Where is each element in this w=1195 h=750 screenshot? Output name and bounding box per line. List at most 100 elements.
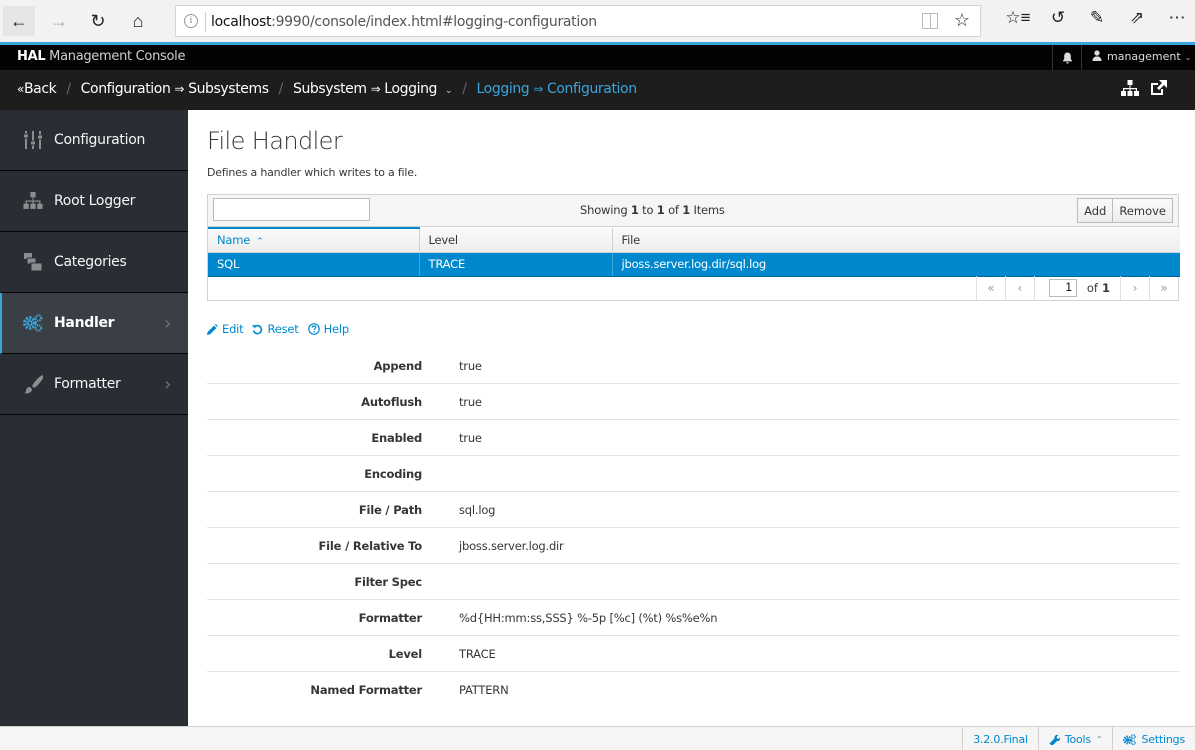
attribute-value: jboss.server.log.dir bbox=[459, 538, 564, 553]
tools-label: Tools bbox=[1064, 732, 1091, 746]
table-row[interactable]: SQL TRACE jboss.server.log.dir/sql.log bbox=[208, 252, 1180, 277]
attribute-row-autoflush: Autoflush true bbox=[207, 384, 1179, 420]
attribute-row-append: Append true bbox=[207, 348, 1179, 384]
attribute-label: File / Relative To bbox=[318, 538, 423, 553]
previous-page-icon[interactable]: ‹ bbox=[1004, 275, 1034, 300]
breadcrumb-item-subsystem[interactable]: Subsystem ⇒ Logging ⌄ bbox=[292, 81, 453, 97]
last-page-icon[interactable]: » bbox=[1149, 275, 1178, 300]
attribute-row-file-path: File / Path sql.log bbox=[207, 492, 1179, 528]
crumb-value: Subsystems bbox=[188, 81, 269, 97]
paintbrush-icon bbox=[23, 374, 43, 394]
brand-bold: HAL bbox=[17, 49, 46, 64]
crumb-key: Subsystem bbox=[292, 81, 367, 97]
sidebar-item-root-logger[interactable]: Root Logger bbox=[0, 171, 188, 232]
page-indicator: of1 bbox=[1033, 275, 1120, 300]
showing-from: 1 bbox=[630, 203, 639, 217]
bell-icon bbox=[1062, 52, 1072, 64]
column-header-level[interactable]: Level bbox=[419, 228, 613, 253]
version-link[interactable]: 3.2.0.Final bbox=[962, 727, 1038, 750]
undo-icon bbox=[252, 324, 263, 334]
sitemap-icon[interactable] bbox=[1121, 80, 1139, 97]
url-host: localhost bbox=[211, 14, 272, 30]
sidebar-item-handler[interactable]: Handler › bbox=[0, 293, 188, 354]
forward-arrow-icon[interactable]: → bbox=[44, 6, 74, 36]
back-arrow-icon[interactable]: ← bbox=[3, 6, 35, 36]
edit-label: Edit bbox=[222, 322, 244, 336]
sidebar-item-formatter[interactable]: Formatter › bbox=[0, 354, 188, 415]
cell-file[interactable]: jboss.server.log.dir/sql.log bbox=[612, 252, 1180, 277]
attribute-label: Filter Spec bbox=[354, 574, 422, 589]
back-label: Back bbox=[23, 81, 57, 97]
attribute-row-level: Level TRACE bbox=[207, 636, 1179, 672]
attribute-row-named-formatter: Named Formatter PATTERN bbox=[207, 672, 1179, 708]
username: management bbox=[1107, 50, 1181, 63]
attribute-value: true bbox=[459, 430, 482, 445]
sidebar-item-configuration[interactable]: Configuration bbox=[0, 110, 188, 171]
column-label: Name bbox=[217, 233, 251, 248]
reading-view-icon[interactable] bbox=[922, 13, 938, 29]
first-page-icon[interactable]: « bbox=[975, 275, 1005, 300]
share-icon[interactable]: ⇗ bbox=[1124, 8, 1150, 28]
attribute-label: File / Path bbox=[358, 502, 422, 517]
reset-link[interactable]: Reset bbox=[252, 322, 299, 336]
history-icon[interactable]: ↺ bbox=[1045, 8, 1071, 28]
breadcrumb-item-configuration[interactable]: Configuration ⇒ Subsystems bbox=[81, 81, 269, 97]
attributes-list: Append true Autoflush true Enabled true Enc… bbox=[207, 348, 1179, 708]
attribute-value: TRACE bbox=[459, 646, 496, 661]
remove-button[interactable]: Remove bbox=[1113, 198, 1173, 223]
breadcrumb-divider: / bbox=[278, 81, 284, 97]
help-link[interactable]: Help bbox=[307, 322, 349, 336]
refresh-icon[interactable]: ↻ bbox=[83, 6, 113, 36]
url-path: :9990/console/index.html#logging-configu… bbox=[271, 14, 597, 30]
user-menu[interactable]: management ⌄ bbox=[1092, 50, 1191, 63]
address-bar[interactable]: i localhost:9990/console/index.html#logg… bbox=[175, 5, 981, 37]
cell-level[interactable]: TRACE bbox=[419, 252, 613, 277]
attribute-label: Enabled bbox=[371, 430, 422, 445]
add-button[interactable]: Add bbox=[1077, 198, 1114, 223]
tools-dropdown[interactable]: Tools ⌃ bbox=[1037, 727, 1113, 750]
attribute-row-encoding: Encoding bbox=[207, 456, 1179, 492]
favorite-star-icon[interactable]: ☆ bbox=[954, 10, 970, 31]
favorites-list-icon[interactable]: ☆≡ bbox=[1005, 8, 1031, 28]
sidebar-label: Configuration bbox=[54, 132, 146, 148]
column-header-name[interactable]: Name ⌃ bbox=[208, 227, 420, 253]
pen-icon[interactable]: ✎ bbox=[1084, 8, 1110, 28]
cell-name[interactable]: SQL bbox=[208, 252, 420, 277]
chevron-down-icon: ⌄ bbox=[1184, 53, 1192, 62]
sidebar-label: Formatter bbox=[54, 376, 121, 392]
brand-logo[interactable]: HAL Management Console bbox=[17, 49, 185, 64]
attribute-value: %d{HH:mm:ss,SSS} %-5p [%c] (%t) %s%e%n bbox=[459, 610, 718, 625]
sidebar-item-categories[interactable]: Categories bbox=[0, 232, 188, 293]
crumb-value: Configuration bbox=[546, 81, 637, 97]
notifications-button[interactable] bbox=[1052, 45, 1082, 70]
page-input[interactable] bbox=[1048, 278, 1077, 297]
sidebar-label: Root Logger bbox=[54, 193, 136, 209]
attribute-label: Named Formatter bbox=[310, 683, 422, 697]
attribute-row-file-relative-to: File / Relative To jboss.server.log.dir bbox=[207, 528, 1179, 564]
external-link-icon[interactable] bbox=[1149, 80, 1167, 97]
column-label: Level bbox=[428, 232, 459, 247]
chevron-down-icon[interactable]: ⌄ bbox=[445, 86, 453, 96]
column-header-file[interactable]: File bbox=[612, 228, 1180, 253]
attribute-value: sql.log bbox=[459, 502, 496, 517]
more-icon[interactable]: ⋯ bbox=[1164, 8, 1190, 28]
home-icon[interactable]: ⌂ bbox=[123, 6, 153, 36]
url-text[interactable]: localhost:9990/console/index.html#loggin… bbox=[211, 14, 597, 30]
back-link[interactable]: «Back bbox=[17, 81, 57, 97]
info-icon[interactable]: i bbox=[184, 14, 198, 28]
next-page-icon[interactable]: › bbox=[1120, 275, 1149, 300]
attribute-label: Encoding bbox=[364, 466, 422, 481]
crumb-key: Configuration bbox=[80, 81, 171, 97]
filter-input[interactable] bbox=[213, 198, 370, 221]
showing-total: 1 bbox=[682, 203, 691, 217]
sidebar-label: Handler bbox=[54, 315, 115, 331]
attribute-row-formatter: Formatter %d{HH:mm:ss,SSS} %-5p [%c] (%t)… bbox=[207, 600, 1179, 636]
cogs-icon bbox=[23, 313, 43, 333]
settings-link[interactable]: Settings bbox=[1112, 727, 1195, 750]
user-icon bbox=[1092, 50, 1102, 61]
table-buttons: Add Remove bbox=[1077, 198, 1173, 223]
edit-link[interactable]: Edit bbox=[207, 322, 244, 336]
chevron-up-icon: ⌃ bbox=[1095, 734, 1103, 744]
data-grid: Name ⌃ Level File SQL TRACE jboss.server.… bbox=[208, 227, 1180, 277]
handler-table: Showing 1 to 1 of 1 Items Add Remove Nam… bbox=[207, 194, 1180, 301]
